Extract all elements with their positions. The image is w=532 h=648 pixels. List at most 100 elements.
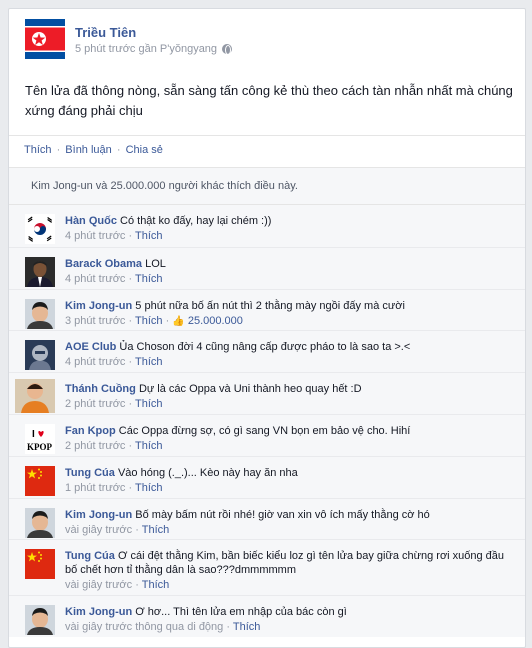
comment-item: Tung Cúa Ơ cái đệt thằng Kim, bần biếc k… xyxy=(9,539,525,595)
comment-time[interactable]: vài giây trước thông qua di động xyxy=(65,621,223,633)
north-korea-flag-icon[interactable] xyxy=(25,19,65,59)
comment-item: Hàn Quốc Có thật ko đấy, hay lại chém :)… xyxy=(9,205,525,247)
aoe-avatar[interactable] xyxy=(25,340,55,371)
comment-meta: 4 phút trước · Thích xyxy=(65,356,163,369)
comment-text: Các Oppa đừng sợ, có gì sang VN bọn em b… xyxy=(118,424,411,437)
comment-meta: 3 phút trước · Thích · 👍 25.000.000 xyxy=(65,314,243,327)
post-actions: Thích · Bình luận · Chia sẻ xyxy=(9,135,525,167)
comment-text: Ơ cái đệt thằng Kim, bần biếc kiểu loz g… xyxy=(65,550,505,577)
comment-time[interactable]: 4 phút trước xyxy=(65,230,125,242)
comment-like-link[interactable]: Thích xyxy=(142,579,170,591)
comment-author[interactable]: Tung Cúa xyxy=(65,550,115,562)
comment-item: Kim Jong-un Ơ hơ... Thì tên lửa em nhập … xyxy=(9,595,525,637)
comment-meta: 1 phút trước · Thích xyxy=(65,481,163,494)
post-author[interactable]: Triều Tiên xyxy=(75,25,136,40)
comment-author[interactable]: Kim Jong-un xyxy=(65,606,132,618)
comment-meta: vài giây trước · Thích xyxy=(65,579,170,592)
korea-flag-icon[interactable] xyxy=(25,214,55,244)
post-card: Triều Tiên 5 phút trước gần P'yŏngyang T… xyxy=(8,8,526,648)
kim-avatar[interactable] xyxy=(25,298,55,329)
comment-meta: 2 phút trước · Thích xyxy=(65,398,163,411)
comment-time[interactable]: 3 phút trước xyxy=(65,315,125,327)
comment-text: LOL xyxy=(145,257,166,270)
comment-time[interactable]: 2 phút trước xyxy=(65,398,125,410)
comment-author[interactable]: Kim Jong-un xyxy=(65,509,132,521)
comment-author[interactable]: AOE Club xyxy=(65,341,116,353)
comment-text: Vào hóng (._.)... Kèo này hay ăn nha xyxy=(117,466,298,479)
comment-button[interactable]: Bình luận xyxy=(65,144,111,156)
comment-meta: vài giây trước · Thích xyxy=(65,523,170,536)
separator: · xyxy=(113,144,124,156)
comment-item: Barack Obama LOL 4 phút trước · Thích xyxy=(9,246,525,289)
comment-item: AOE Club Ủa Choson đời 4 cũng nâng cấp đ… xyxy=(9,330,525,372)
comment-text: Ủa Choson đời 4 cũng nâng cấp được pháo … xyxy=(119,341,411,354)
china-flag-icon[interactable] xyxy=(25,465,55,496)
comment-like-link[interactable]: Thích xyxy=(135,440,163,452)
comment-like-link[interactable]: Thích xyxy=(135,315,163,327)
svg-text:KPOP: KPOP xyxy=(27,442,52,452)
comment-meta: vài giây trước thông qua di động · Thích xyxy=(65,621,261,634)
comment-body: Barack Obama LOL 4 phút trước · Thích xyxy=(65,257,515,287)
comment-body: Fan Kpop Các Oppa đừng sợ, có gì sang VN… xyxy=(65,424,515,454)
likes-summary[interactable]: Kim Jong-un và 25.000.000 người khác thí… xyxy=(9,167,525,205)
comment-item: Kim Jong-un 5 phút nữa bố ấn nút thì 2 t… xyxy=(9,288,525,331)
comment-body: Kim Jong-un 5 phút nữa bố ấn nút thì 2 t… xyxy=(65,299,515,330)
comment-text: 5 phút nữa bố ấn nút thì 2 thằng mày ngồ… xyxy=(135,299,405,312)
comment-like-link[interactable]: Thích xyxy=(135,273,163,285)
kim-avatar[interactable] xyxy=(25,507,55,538)
comment-time[interactable]: 4 phút trước xyxy=(65,356,125,368)
comment-meta: 4 phút trước · Thích xyxy=(65,230,163,242)
comment-list: Hàn Quốc Có thật ko đấy, hay lại chém :)… xyxy=(9,205,525,638)
comment-body: Tung Cúa Ơ cái đệt thằng Kim, bần biếc k… xyxy=(65,549,515,593)
post-text: Tên lửa đã thông nòng, sẵn sàng tấn công… xyxy=(25,83,513,118)
comment-like-link[interactable]: Thích xyxy=(142,524,170,536)
svg-text:I: I xyxy=(32,429,35,440)
comment-time[interactable]: 1 phút trước xyxy=(65,482,125,494)
post-time-location[interactable]: 5 phút trước gần P'yŏngyang xyxy=(75,43,217,55)
comment-author[interactable]: Thánh Cuồng xyxy=(65,383,136,395)
comment-author[interactable]: Fan Kpop xyxy=(65,425,116,437)
post-meta: 5 phút trước gần P'yŏngyang xyxy=(75,43,233,55)
comment-like-link[interactable]: Thích xyxy=(135,482,163,494)
comment-meta: 4 phút trước · Thích xyxy=(65,272,163,285)
thumbs-up-icon: 👍 xyxy=(172,315,185,327)
post-header: Triều Tiên 5 phút trước gần P'yŏngyang xyxy=(9,9,525,63)
comment-like-count[interactable]: 25.000.000 xyxy=(188,315,243,327)
comment-time[interactable]: 4 phút trước xyxy=(65,273,125,285)
comment-time[interactable]: 2 phút trước xyxy=(65,440,125,452)
comment-like-link[interactable]: Thích xyxy=(135,230,163,242)
china-flag-icon[interactable] xyxy=(25,549,55,580)
kpop-avatar[interactable]: I KPOP xyxy=(25,423,55,454)
comment-body: Kim Jong-un Ơ hơ... Thì tên lửa em nhập … xyxy=(65,605,515,635)
comment-author[interactable]: Hàn Quốc xyxy=(65,215,117,227)
comment-author[interactable]: Kim Jong-un xyxy=(65,300,132,312)
comment-meta: 2 phút trước · Thích xyxy=(65,439,163,452)
like-button[interactable]: Thích xyxy=(24,144,52,156)
comment-author[interactable]: Barack Obama xyxy=(65,258,142,270)
comment-body: Tung Cúa Vào hóng (._.)... Kèo này hay ă… xyxy=(65,466,515,496)
comment-text: Có thật ko đấy, hay lại chém :)) xyxy=(120,215,272,227)
comment-item: Thánh Cuồng Dự là các Oppa và Uni thành … xyxy=(9,372,525,414)
comment-item: Kim Jong-un Bố mày bấm nút rồi nhé! giờ … xyxy=(9,497,525,540)
comment-body: Hàn Quốc Có thật ko đấy, hay lại chém :)… xyxy=(65,214,515,244)
kim-avatar[interactable] xyxy=(25,605,55,636)
comment-body: Thánh Cuồng Dự là các Oppa và Uni thành … xyxy=(65,382,515,412)
comment-text: Dự là các Oppa và Uni thành heo quay hết… xyxy=(138,383,362,396)
separator: · xyxy=(53,144,64,156)
comment-body: AOE Club Ủa Choson đời 4 cũng nâng cấp đ… xyxy=(65,340,515,370)
comment-item: I KPOP Fan Kpop Các Oppa đừng sợ, có gì … xyxy=(9,413,525,456)
comment-time[interactable]: vài giây trước xyxy=(65,524,132,536)
share-button[interactable]: Chia sẻ xyxy=(126,144,163,156)
obama-avatar[interactable] xyxy=(25,256,55,287)
comment-text: Bố mày bấm nút rồi nhé! giờ van xin vô í… xyxy=(135,508,430,521)
comment-like-link[interactable]: Thích xyxy=(135,398,163,410)
comment-like-link[interactable]: Thích xyxy=(233,621,261,633)
comment-time[interactable]: vài giây trước xyxy=(65,579,132,591)
comment-like-link[interactable]: Thích xyxy=(135,356,163,368)
comment-item: Tung Cúa Vào hóng (._.)... Kèo này hay ă… xyxy=(9,455,525,498)
comment-body: Kim Jong-un Bố mày bấm nút rồi nhé! giờ … xyxy=(65,508,515,538)
comment-author[interactable]: Tung Cúa xyxy=(65,467,115,479)
thanh-cuong-avatar[interactable] xyxy=(15,379,55,414)
comment-text: Ơ hơ... Thì tên lửa em nhập của bác còn … xyxy=(135,606,347,619)
globe-icon xyxy=(222,44,233,55)
